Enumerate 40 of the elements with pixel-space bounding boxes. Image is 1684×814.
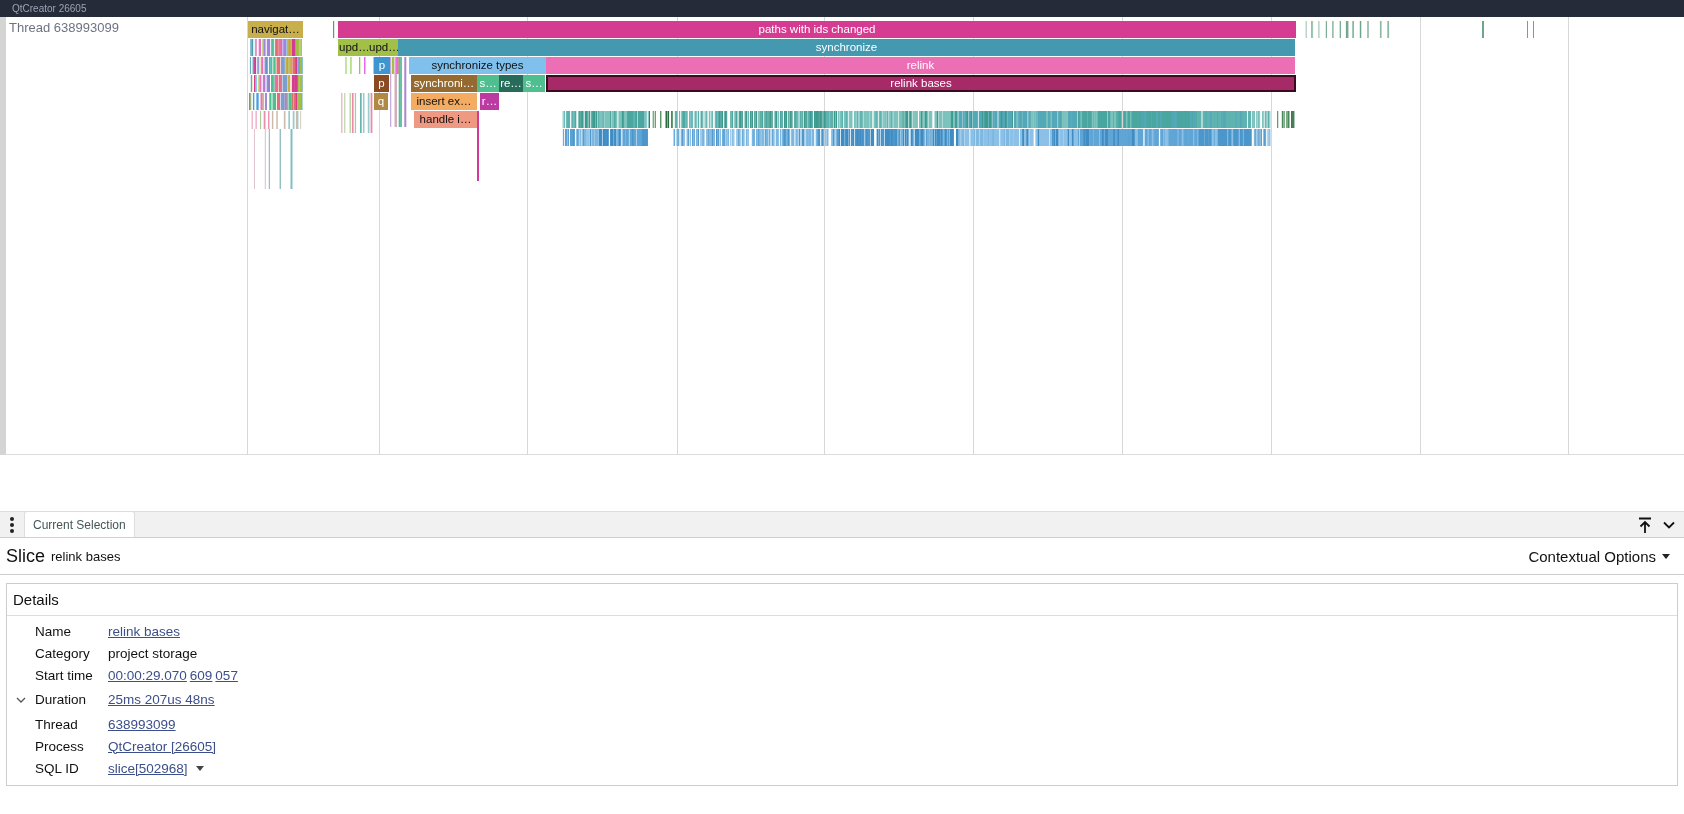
slice[interactable]: r… [480,93,499,110]
field-label: Start time [35,667,94,683]
selection-type: Slice [6,545,45,567]
slice[interactable]: insert ex… [411,93,477,110]
expand-chevron-icon[interactable] [16,695,26,704]
value-link[interactable]: relink bases [108,623,181,639]
field-label: Process [35,738,85,754]
pin-to-top-icon[interactable] [1636,516,1654,534]
slice[interactable]: re… [499,75,523,92]
process-title: QtCreator 26605 [12,2,87,15]
selection-name: relink bases [51,548,121,564]
field-label: Thread [35,716,79,732]
more-options-icon[interactable] [9,517,15,533]
value-link[interactable]: QtCreator [26605] [108,738,217,754]
slice[interactable]: upd… [368,39,398,56]
details-title: Details [7,584,1677,616]
track-title: Thread 638993099 [9,20,119,35]
value-link[interactable]: 638993099 [108,716,176,732]
caret-icon [1662,553,1670,559]
value-link[interactable]: 057 [215,667,238,683]
slice[interactable]: navigat… [248,21,303,38]
field-value: project storage [108,645,198,661]
value-link[interactable]: slice[502968] [108,760,188,776]
slice[interactable]: upd… [338,39,368,56]
value-link[interactable]: 609 [189,667,213,683]
slice[interactable]: synchronize types [409,57,546,74]
slice[interactable]: handle i… [414,111,477,128]
slice[interactable]: relink bases [546,75,1296,92]
slice[interactable]: p [374,75,389,92]
field-label: Name [35,623,72,639]
field-label: SQL ID [35,760,80,776]
tab[interactable]: Current Selection [24,511,135,537]
value-link[interactable]: 00:00:29.070 [108,667,187,683]
caret-icon[interactable] [195,765,204,771]
slice[interactable]: paths with ids changed [338,21,1296,38]
field-label: Category [35,645,91,661]
slice[interactable]: synchroni… [411,75,477,92]
contextual-options-dropdown[interactable]: Contextual Options [1520,547,1678,565]
value-link[interactable]: 25ms 207us 48ns [108,692,215,707]
field-label: Duration [35,692,88,707]
